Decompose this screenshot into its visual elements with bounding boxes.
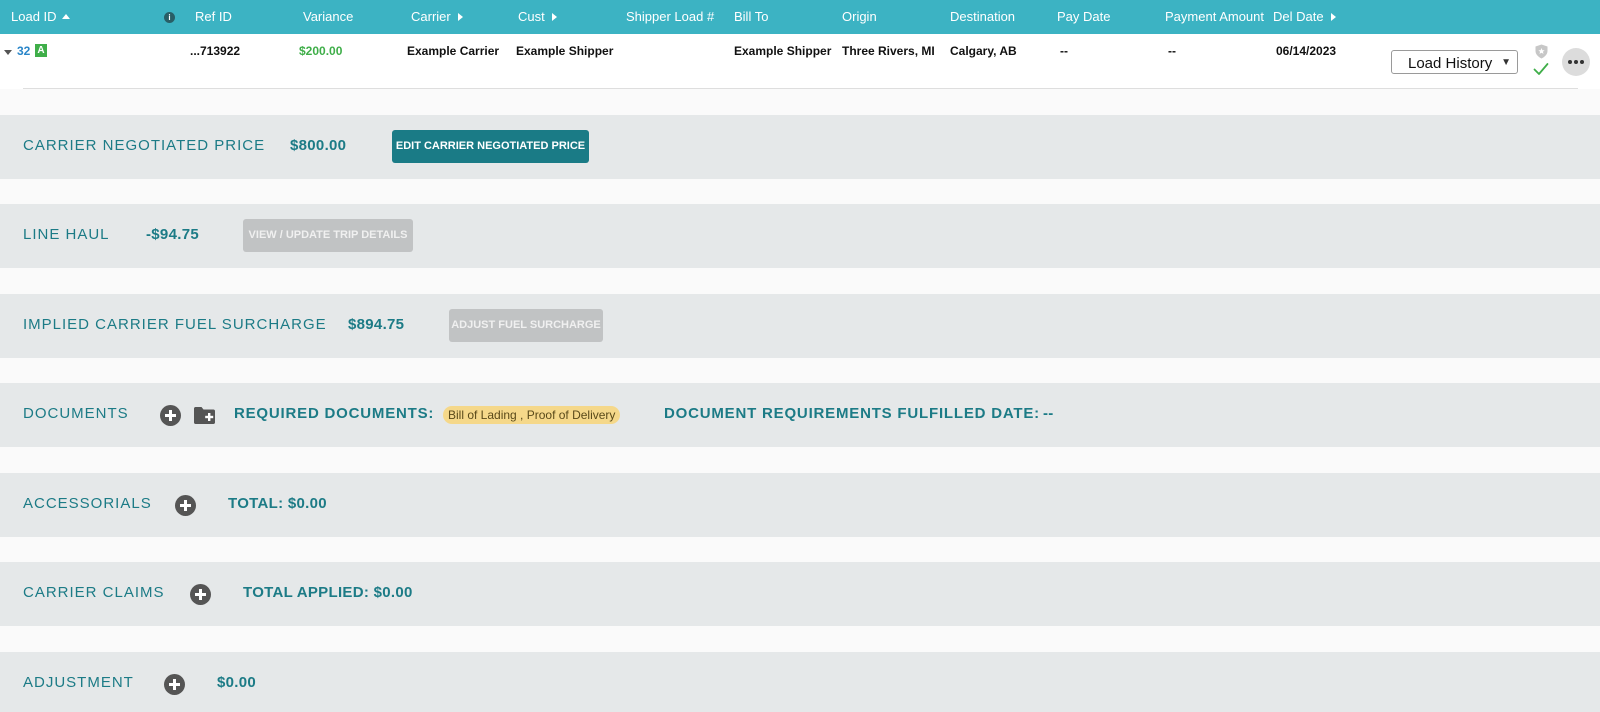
fulfilled-date-value: -- [1043,405,1054,422]
spacer [0,358,1600,383]
column-variance[interactable]: Variance [303,9,353,24]
column-bill-to[interactable]: Bill To [734,9,768,24]
carrier-claims-section: CARRIER CLAIMS TOTAL APPLIED: $0.00 [0,562,1600,626]
add-adjustment-icon[interactable] [164,674,185,695]
add-document-icon[interactable] [160,405,181,426]
more-icon[interactable] [1562,48,1590,76]
bill-to-cell: Example Shipper [734,44,832,58]
section-value: $894.75 [348,316,405,333]
carrier-negotiated-price-section: CARRIER NEGOTIATED PRICE $800.00 EDIT CA… [0,115,1600,179]
status-badge: A [35,44,47,57]
variance-cell: $200.00 [299,44,343,58]
expand-caret-icon[interactable] [4,50,12,55]
column-load-id[interactable]: Load ID [11,9,70,24]
column-carrier[interactable]: Carrier [411,9,463,24]
implied-fuel-surcharge-section: IMPLIED CARRIER FUEL SURCHARGE $894.75 A… [0,294,1600,358]
sort-right-icon [1330,12,1336,21]
required-documents-label: REQUIRED DOCUMENTS: [234,405,435,422]
spacer [0,447,1600,473]
payment-amount-cell: -- [1168,44,1176,58]
load-detail-page: Load ID i Ref ID Variance Carrier Cust S… [0,0,1600,712]
sort-right-icon [457,12,463,21]
load-actions-select-value: Load History [1408,55,1493,72]
add-folder-icon[interactable] [193,406,216,425]
column-destination[interactable]: Destination [950,9,1015,24]
ref-id-cell: ...713922 [190,44,241,58]
view-update-trip-details-button[interactable]: VIEW / UPDATE TRIP DETAILS [243,219,413,252]
cust-cell: Example Shipper [516,44,614,58]
origin-cell: Three Rivers, MI [842,44,935,58]
section-label: CARRIER NEGOTIATED PRICE [23,137,266,154]
load-id-link[interactable]: 32 [17,44,30,58]
table-header: Load ID i Ref ID Variance Carrier Cust S… [0,0,1600,34]
table-row: 32 A ...713922 $200.00 Example Carrier E… [0,34,1600,88]
spacer [0,626,1600,652]
add-claim-icon[interactable] [190,584,211,605]
adjustment-section: ADJUSTMENT $0.00 [0,652,1600,712]
section-label: LINE HAUL [23,226,110,243]
section-value: -$94.75 [146,226,199,243]
spacer [0,268,1600,294]
destination-cell: Calgary, AB [950,44,1017,58]
column-shipper-load[interactable]: Shipper Load # [626,9,714,24]
adjustment-value: $0.00 [217,674,257,691]
column-payment-amount[interactable]: Payment Amount [1165,9,1264,24]
accessorials-total: TOTAL: $0.00 [228,495,327,512]
column-ref-id[interactable]: Ref ID [195,9,232,24]
sort-right-icon [551,12,557,21]
pay-date-cell: -- [1060,44,1068,58]
fulfilled-date-label: DOCUMENT REQUIREMENTS FULFILLED DATE: [664,405,1040,422]
accessorials-section: ACCESSORIALS TOTAL: $0.00 [0,473,1600,537]
section-label: ADJUSTMENT [23,674,134,691]
chevron-down-icon: ▼ [1501,57,1511,68]
adjust-fuel-surcharge-button[interactable]: ADJUST FUEL SURCHARGE [449,309,603,342]
column-del-date[interactable]: Del Date [1273,9,1336,24]
spacer [0,89,1600,115]
column-origin[interactable]: Origin [842,9,877,24]
edit-carrier-negotiated-price-button[interactable]: EDIT CARRIER NEGOTIATED PRICE [392,130,589,163]
section-value: $800.00 [290,137,347,154]
sort-up-icon [61,14,70,19]
section-label: IMPLIED CARRIER FUEL SURCHARGE [23,316,327,333]
required-documents-badge: Bill of Lading , Proof of Delivery [443,406,621,424]
claims-total-applied: TOTAL APPLIED: $0.00 [243,584,413,601]
section-label: CARRIER CLAIMS [23,584,165,601]
line-haul-section: LINE HAUL -$94.75 VIEW / UPDATE TRIP DET… [0,204,1600,268]
add-accessorial-icon[interactable] [175,495,196,516]
carrier-cell: Example Carrier [407,44,500,58]
spacer [0,537,1600,562]
spacer [0,179,1600,204]
info-icon[interactable]: i [164,12,175,23]
section-label: DOCUMENTS [23,405,129,422]
section-label: ACCESSORIALS [23,495,152,512]
column-pay-date[interactable]: Pay Date [1057,9,1110,24]
check-icon [1533,63,1549,75]
documents-section: DOCUMENTS REQUIRED DOCUMENTS: Bill of La… [0,383,1600,447]
del-date-cell: 06/14/2023 [1276,44,1337,58]
column-cust[interactable]: Cust [518,9,557,24]
shield-icon [1535,44,1548,59]
load-actions-select[interactable]: Load History ▼ [1391,50,1518,74]
